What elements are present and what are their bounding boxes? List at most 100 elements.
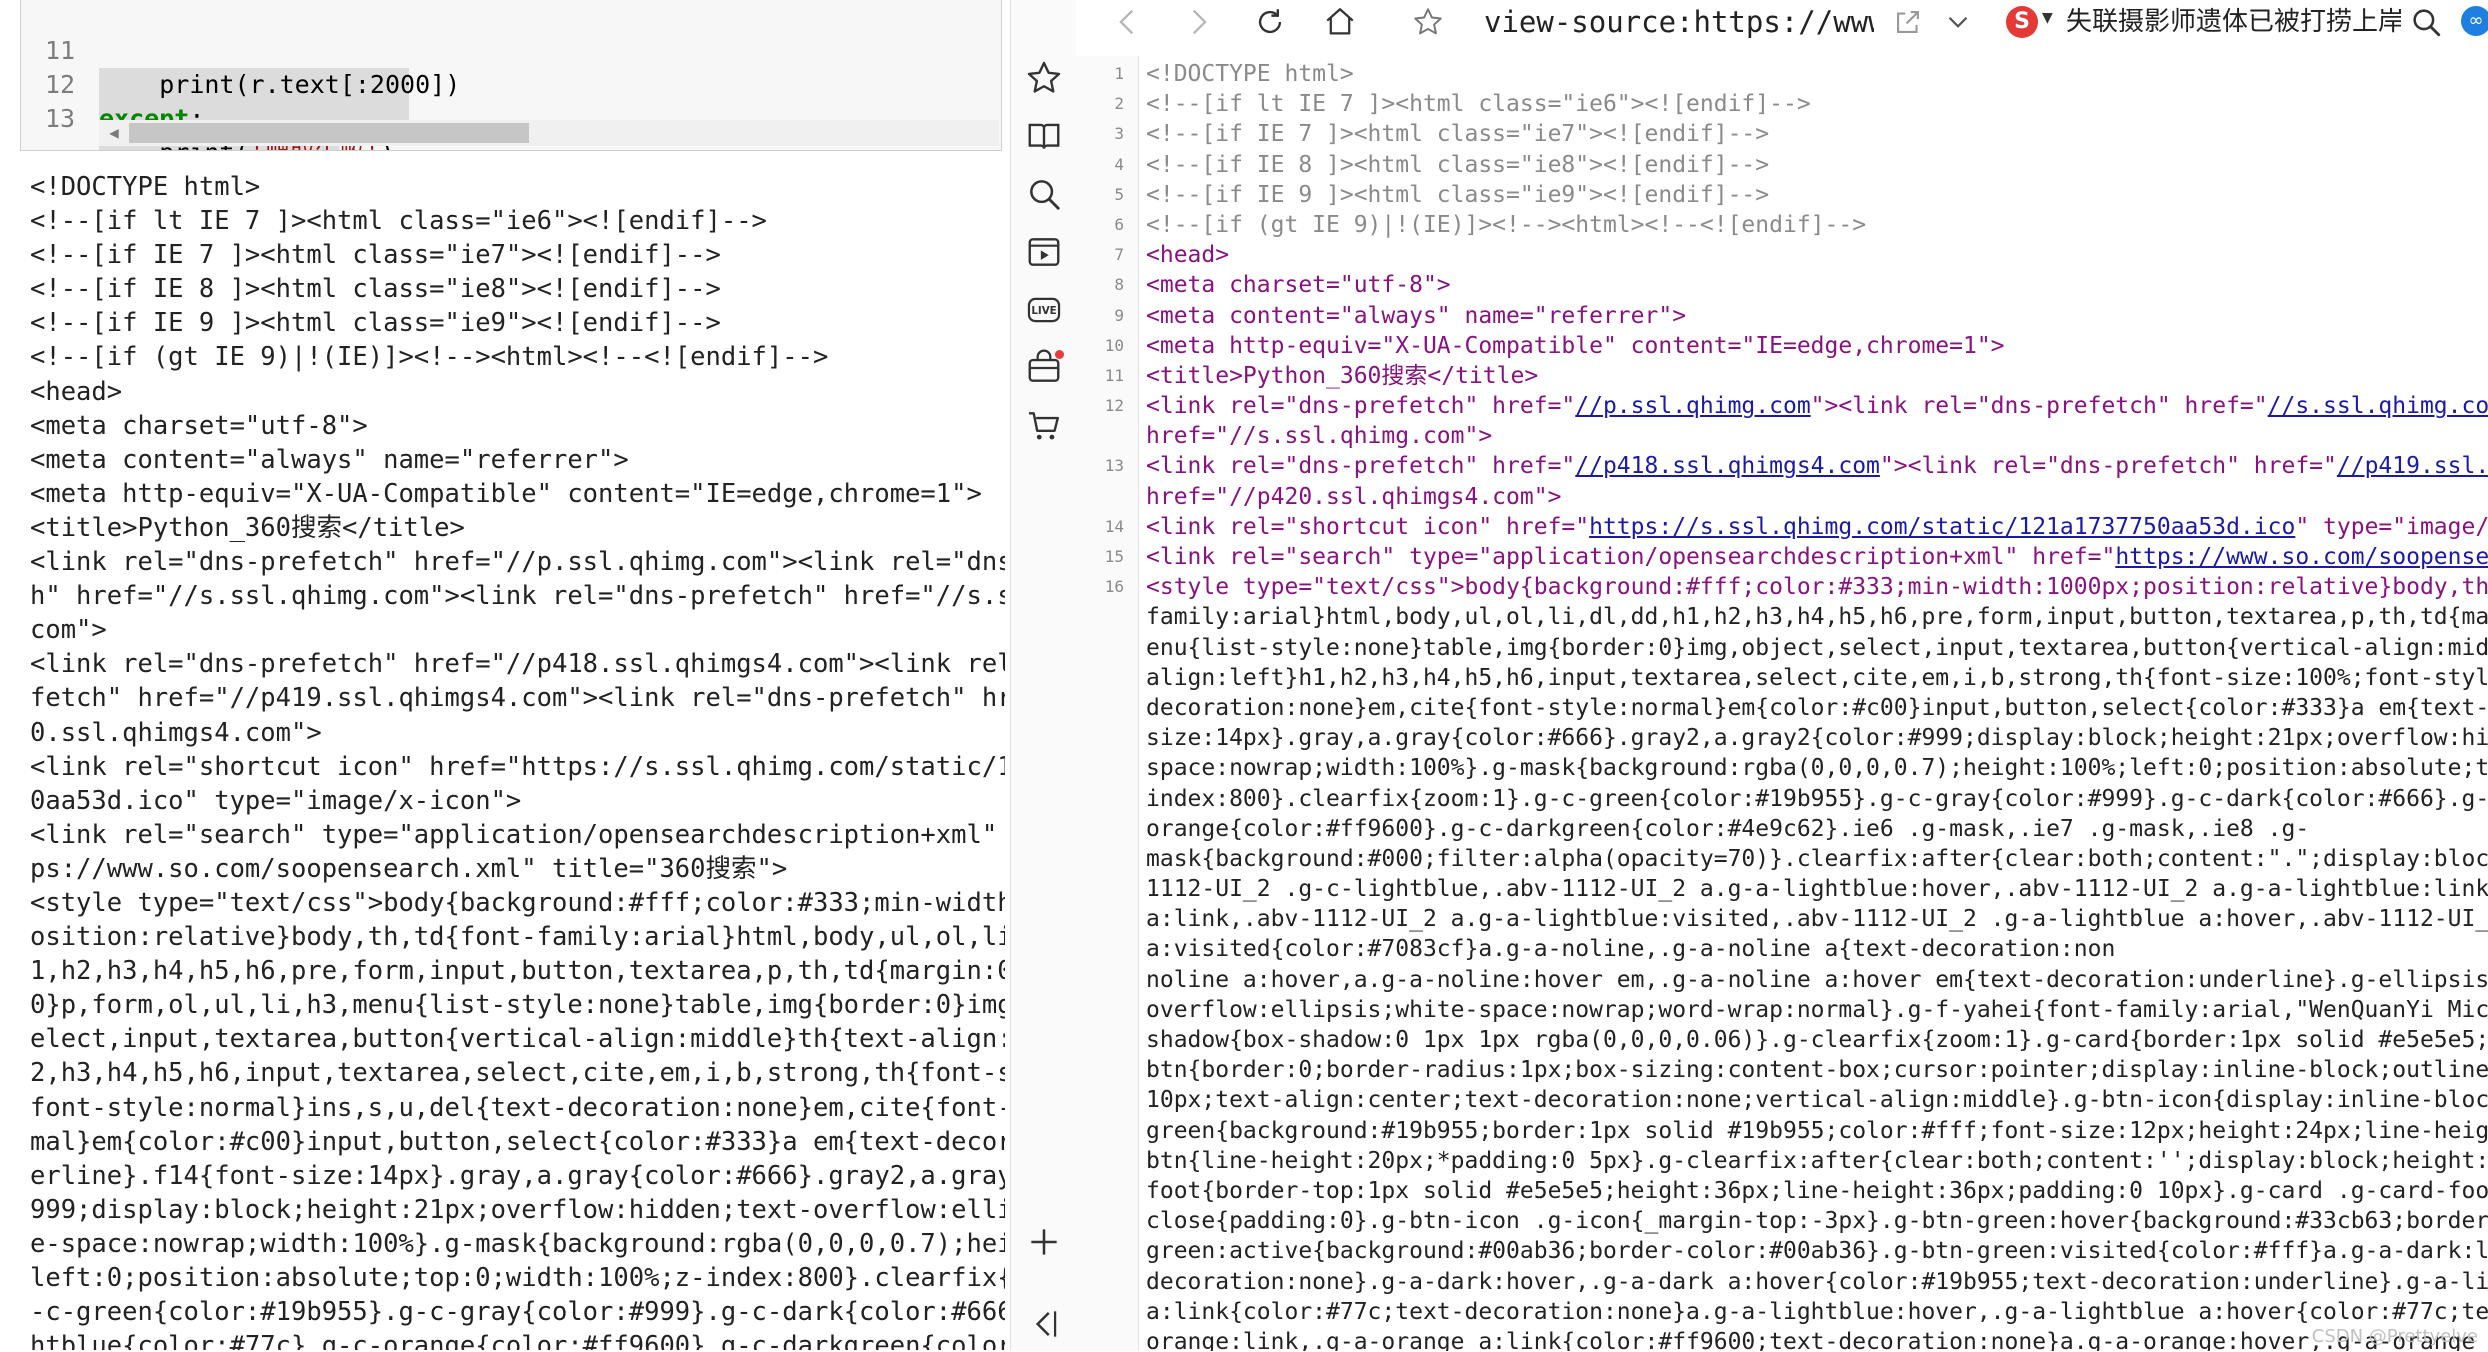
source-text: <!--[if (gt IE 9)|!(IE)]><!--><html><!--… [1146, 211, 1867, 238]
share-button[interactable] [1888, 2, 1928, 42]
source-text: family:arial}html,body,ul,ol,li,dl,dd,h1… [1146, 604, 2488, 631]
source-text: green{background:#19b955;border:1px soli… [1146, 1117, 2488, 1144]
source-line: 15 <link rel="search" type="application/o… [1076, 542, 2488, 572]
source-link[interactable]: https://www.so.com/soopensearch.x [2115, 544, 2488, 570]
home-button[interactable] [1318, 2, 1362, 42]
output-line: 1,h2,h3,h4,h5,h6,pre,form,input,button,t… [30, 956, 1005, 987]
toolbar-search-button[interactable] [2406, 2, 2446, 42]
reading-list-button[interactable] [1011, 108, 1076, 164]
add-button[interactable] [1011, 1214, 1076, 1270]
source-line: 9 <meta content="always" name="referrer"> [1076, 301, 2488, 331]
extension-icon[interactable]: ∞ [2461, 6, 2488, 36]
share-icon [1897, 11, 1919, 33]
bookmark-button[interactable] [1406, 2, 1450, 42]
forward-button[interactable] [1176, 2, 1220, 42]
bag-button[interactable] [1011, 340, 1076, 396]
scroll-left-arrow-icon[interactable]: ◀ [99, 120, 129, 146]
plus-icon [1030, 1229, 1057, 1255]
source-line: 3 <!--[if IE 7 ]><html class="ie7"><![end… [1076, 119, 2488, 149]
source-link[interactable]: //p.ssl.qhimg.com [1575, 393, 1810, 419]
output-line: <meta http-equiv="X-UA-Compatible" conte… [30, 478, 982, 509]
source-text: shadow{box-shadow:0 1px 1px rgba(0,0,0,0… [1146, 1027, 2488, 1053]
collapse-sidebar-button[interactable] [1011, 1296, 1076, 1352]
address-bar[interactable]: view-source:https://www.so.com/s?q=Pytho… [1484, 4, 1874, 40]
scrollbar-thumb[interactable] [129, 123, 529, 143]
line-number: 8 [1114, 275, 1124, 295]
live-button[interactable]: LIVE [1011, 282, 1076, 338]
reload-icon [1258, 9, 1282, 34]
output-line: osition:relative}body,th,td{font-family:… [30, 922, 1005, 953]
source-text: overflow:ellipsis;white-space:nowrap;wor… [1146, 996, 2488, 1023]
source-line: a:visited{color:#7083cf}a.g-a-noline,.g-… [1076, 934, 2488, 964]
search-engine-icon[interactable]: S [2006, 6, 2038, 38]
line-number: 15 [1104, 547, 1124, 566]
source-text: a:link,.abv-1112-UI_2 a.g-a-lightblue:vi… [1146, 906, 2488, 933]
address-dropdown-button[interactable] [1938, 2, 1978, 42]
source-text: <meta charset="utf-8"> [1146, 272, 1451, 299]
watermark: CSDN @Prettyelve [2311, 1326, 2478, 1347]
line-number: 12 [1104, 396, 1124, 416]
source-line: btn{border:0;border-radius:1px;box-sizin… [1076, 1055, 2488, 1085]
source-text: <title>Python_360搜索</title> [1146, 362, 1539, 389]
output-line: 999;display:block;height:21px;overflow:h… [30, 1194, 1005, 1225]
video-icon [1028, 238, 1059, 266]
source-line: decoration:none}em,cite{font-style:norma… [1076, 693, 2488, 723]
source-line: orange{color:#ff9600}.g-c-darkgreen{colo… [1076, 814, 2488, 844]
source-link[interactable]: //p419.ssl.qhimgs [2337, 453, 2488, 479]
output-line: <!--[if IE 9 ]><html class="ie9"><![endi… [30, 308, 721, 339]
news-ticker[interactable]: 失联摄影师遗体已被打捞上岸 [2066, 4, 2401, 40]
video-button[interactable] [1011, 224, 1076, 280]
source-text: <!DOCTYPE html> [1146, 61, 1354, 87]
engine-caret-icon[interactable]: ▼ [2042, 10, 2053, 26]
forward-arrow-icon [1192, 9, 1207, 35]
source-link[interactable]: https://s.ssl.qhimg.com/static/121a17377… [1589, 514, 2295, 540]
browser-window: view-source:https://www.so.com/s?q=Pytho… [1076, 0, 2488, 1351]
source-line: foot{border-top:1px solid #e5e5e5;height… [1076, 1176, 2488, 1206]
cart-button[interactable] [1011, 398, 1076, 454]
view-source-content: 1 <!DOCTYPE html> 2 <!--[if lt IE 7 ]><html… [1076, 56, 2488, 1351]
source-line: 1 <!DOCTYPE html> [1076, 59, 2488, 89]
favorites-button[interactable] [1011, 50, 1076, 106]
collapse-icon [1035, 1311, 1056, 1337]
line-number: 11 [1104, 365, 1124, 385]
line-number: 14 [1104, 516, 1124, 536]
book-icon [1028, 123, 1059, 149]
notification-dot [1055, 350, 1064, 359]
source-line: close{padding:0}.g-btn-icon .g-icon{_mar… [1076, 1206, 2488, 1236]
line-number: 13 [44, 104, 76, 133]
svg-text:LIVE: LIVE [1031, 305, 1056, 317]
source-text: enu{list-style:none}table,img{border:0}i… [1146, 634, 2488, 661]
search-icon [1029, 180, 1060, 210]
source-line: enu{list-style:none}table,img{border:0}i… [1076, 633, 2488, 663]
reload-button[interactable] [1248, 2, 1292, 42]
horizontal-scrollbar[interactable]: ◀ [99, 120, 999, 146]
source-line: 14 <link rel="shortcut icon" href="https:… [1076, 512, 2488, 542]
source-text: btn{line-height:20px;*padding:0 5px}.g-c… [1146, 1147, 2488, 1174]
output-line: 0}p,form,ol,ul,li,h3,menu{list-style:non… [30, 990, 1005, 1021]
source-link[interactable]: //s.ssl.qhimg.com [2268, 393, 2488, 419]
back-arrow-icon [1119, 9, 1134, 35]
source-text: <!--[if IE 7 ]><html class="ie7"><![endi… [1146, 121, 1770, 148]
back-button[interactable] [1106, 2, 1150, 42]
output-line: htblue{color:#77c}.g-c-orange{color:#ff9… [30, 1331, 1005, 1350]
code-editor[interactable]: 11 print(r.text[:2000]) 12 except: 13 pr… [20, 0, 1002, 151]
source-text: orange:link,.g-a-orange a:link{color:#ff… [1146, 1328, 2488, 1351]
output-line: 2,h3,h4,h5,h6,input,textarea,select,cite… [30, 1058, 1005, 1089]
source-link[interactable]: //p418.ssl.qhimgs4.com [1575, 453, 1880, 479]
code-line: 12 except: [21, 34, 1001, 136]
source-text: index:800}.clearfix{zoom:1}.g-c-green{co… [1146, 785, 2488, 812]
output-line: <title>Python_360搜索</title> [30, 512, 465, 543]
output-line: e-space:nowrap;width:100%}.g-mask{backgr… [30, 1228, 1005, 1259]
star-icon [1414, 8, 1442, 35]
source-text: <!--[if lt IE 7 ]><html class="ie6"><![e… [1146, 91, 1811, 118]
search-button[interactable] [1011, 166, 1076, 222]
source-line: mask{background:#000;filter:alpha(opacit… [1076, 844, 2488, 874]
source-line: a:link,.abv-1112-UI_2 a.g-a-lightblue:vi… [1076, 904, 2488, 934]
source-line: href="//p420.ssl.qhimgs4.com"> [1076, 482, 2488, 512]
source-text: href="//s.ssl.qhimg.com"> [1146, 423, 1493, 450]
source-text: <link rel="shortcut icon" href="https://… [1146, 513, 2488, 540]
source-line: decoration:none}.g-a-dark:hover,.g-a-dar… [1076, 1267, 2488, 1297]
output-line: <link rel="search" type="application/ope… [30, 819, 1005, 850]
output-line: <link rel="dns-prefetch" href="//p418.ss… [30, 649, 1005, 680]
source-text: <style type="text/css">body{background:#… [1146, 574, 2488, 601]
